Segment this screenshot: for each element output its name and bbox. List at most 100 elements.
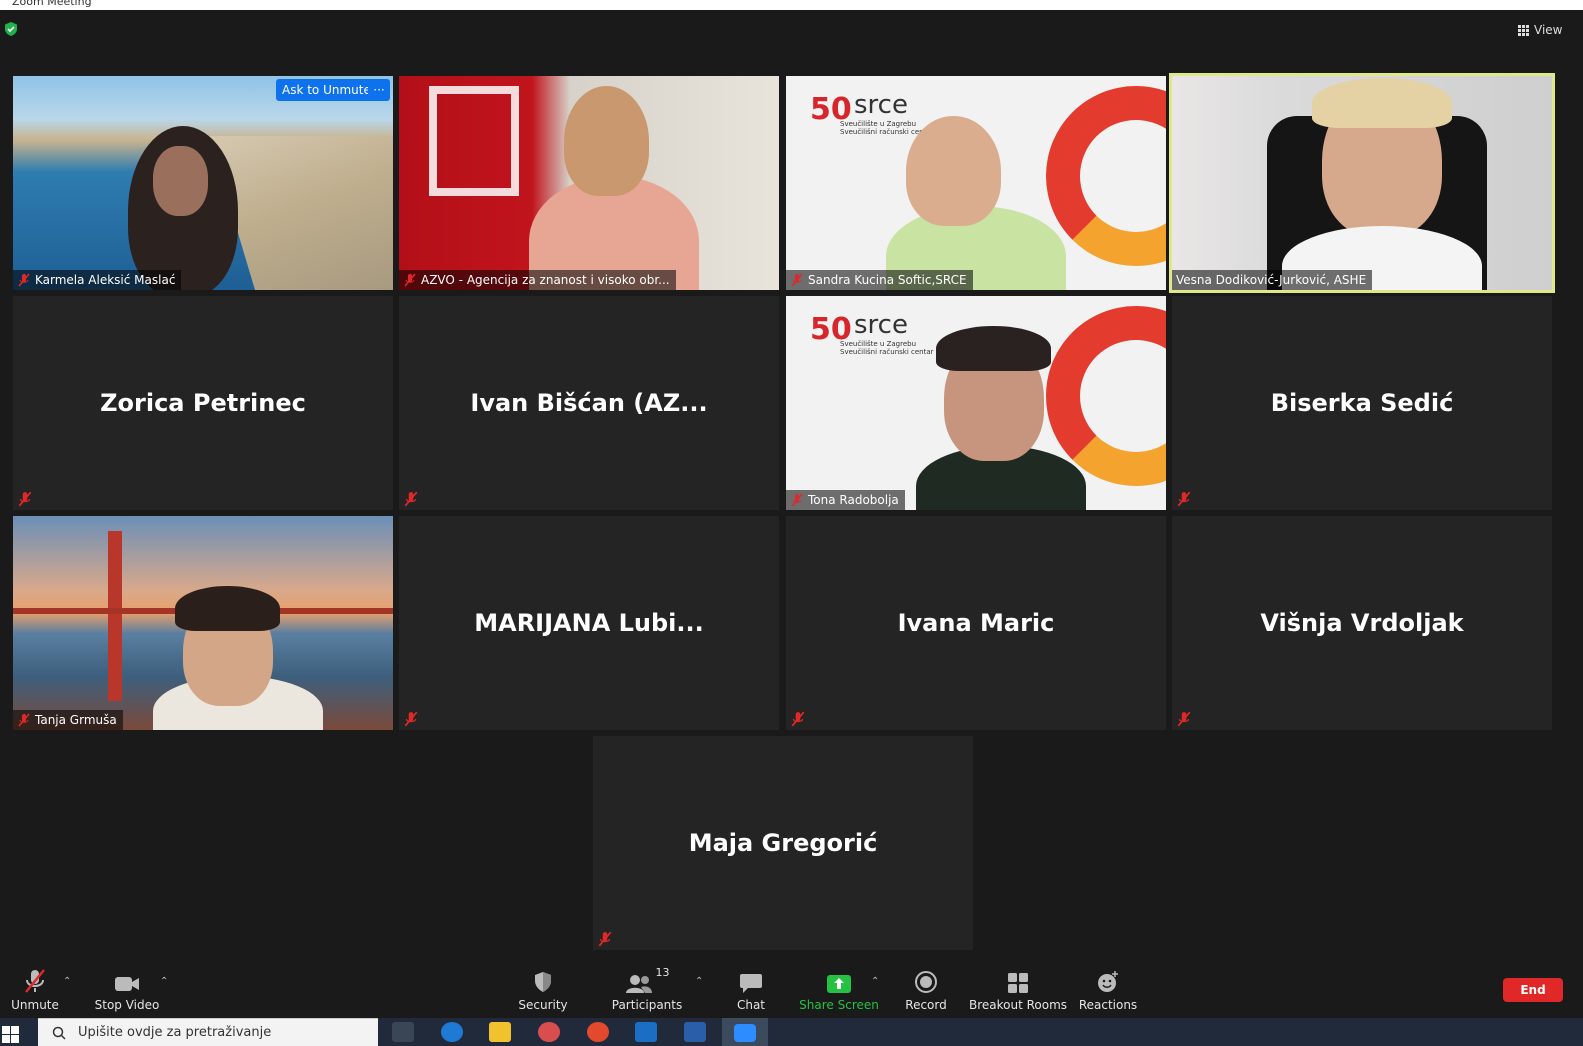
tile-nameplate: AZVO - Agencija za znanost i visoko obr.…: [399, 270, 676, 290]
search-icon: [52, 1026, 66, 1040]
background-ring: [1046, 86, 1166, 266]
reactions-smiley-icon: [1098, 971, 1118, 992]
mic-muted-icon: [404, 711, 418, 727]
app-icon[interactable]: [538, 1022, 560, 1042]
breakout-rooms-button[interactable]: Breakout Rooms: [969, 966, 1067, 1012]
participants-button[interactable]: 13 Participants: [611, 966, 683, 1012]
edge-browser-icon[interactable]: [441, 1022, 463, 1042]
video-tile-karmela[interactable]: Ask to Unmute ··· Karmela Aleksić Maslać: [13, 76, 393, 290]
participant-name: Tona Radobolja: [808, 493, 899, 507]
taskbar-search-box[interactable]: Upišite ovdje za pretraživanje: [38, 1018, 378, 1046]
participant-name-large: Višnja Vrdoljak: [1260, 609, 1464, 637]
chat-bubble-icon: [740, 974, 762, 993]
stop-video-label: Stop Video: [94, 998, 160, 1012]
participant-hair: [175, 586, 280, 631]
video-tile-marijana[interactable]: MARIJANA Lubi...: [399, 516, 779, 730]
chrome-browser-icon[interactable]: [587, 1022, 609, 1042]
ask-to-unmute-button[interactable]: Ask to Unmute: [276, 79, 377, 101]
audio-options-chevron-up-icon[interactable]: ⌃: [63, 976, 71, 987]
file-explorer-icon[interactable]: [489, 1022, 511, 1042]
video-tile-sandra[interactable]: 50 srce Sveučilište u Zagrebu Sveučilišni…: [786, 76, 1166, 290]
video-tile-ivana[interactable]: Ivana Maric: [786, 516, 1166, 730]
participant-name-large: MARIJANA Lubi...: [474, 609, 704, 637]
end-meeting-button[interactable]: End: [1503, 978, 1563, 1002]
chat-button[interactable]: Chat: [735, 966, 767, 1012]
video-tile-tanja[interactable]: Tanja Grmuša: [13, 516, 393, 730]
tile-nameplate: Tona Radobolja: [786, 490, 905, 510]
mic-muted-icon: [404, 491, 418, 507]
participant-hair: [936, 326, 1051, 371]
video-tile-azvo[interactable]: AZVO - Agencija za znanost i visoko obr.…: [399, 76, 779, 290]
encryption-shield-icon[interactable]: [3, 21, 19, 37]
breakout-rooms-label: Breakout Rooms: [968, 998, 1068, 1012]
tile-more-button[interactable]: ···: [368, 79, 390, 101]
window-title: Zoom Meeting: [12, 0, 92, 8]
video-tile-biserka[interactable]: Biserka Sedić: [1172, 296, 1552, 510]
mic-muted-icon: [18, 713, 30, 727]
zoom-taskbar-icon[interactable]: [722, 1018, 768, 1046]
participant-name: Vesna Dodiković-Jurković, ASHE: [1176, 273, 1367, 287]
stop-video-button[interactable]: Stop Video: [94, 966, 160, 1012]
record-button[interactable]: Record: [905, 966, 947, 1012]
video-tile-tona[interactable]: 50 srce Sveučilište u Zagrebu Sveučilišni…: [786, 296, 1166, 510]
participant-name-large: Ivana Maric: [897, 609, 1055, 637]
participant-name-large: Zorica Petrinec: [100, 389, 306, 417]
participant-name-large: Biserka Sedić: [1270, 389, 1454, 417]
tile-nameplate: Vesna Dodiković-Jurković, ASHE: [1172, 270, 1373, 290]
mic-muted-icon: [1177, 711, 1191, 727]
participant-face: [906, 116, 1001, 226]
window-titlebar: Zoom Meeting: [0, 0, 1583, 10]
record-icon: [915, 971, 937, 993]
mic-muted-icon: [18, 273, 30, 287]
view-button[interactable]: View: [1513, 20, 1567, 40]
windows-start-icon[interactable]: [2, 1026, 20, 1044]
participant-hair: [1312, 78, 1452, 128]
meeting-controls-toolbar: Unmute ⌃ Stop Video ⌃ Security 13 Partic…: [0, 960, 1583, 1018]
word-icon[interactable]: [684, 1022, 706, 1042]
participant-name-large: Maja Gregorić: [688, 829, 878, 857]
srce-logo-word: srce: [854, 310, 908, 340]
security-button[interactable]: Security: [518, 966, 568, 1012]
mic-muted-icon: [18, 491, 32, 507]
unmute-label: Unmute: [11, 998, 59, 1012]
task-view-icon[interactable]: [392, 1022, 414, 1042]
mic-muted-icon: [791, 273, 803, 287]
video-tile-zorica[interactable]: Zorica Petrinec: [13, 296, 393, 510]
video-tile-visnja[interactable]: Višnja Vrdoljak: [1172, 516, 1552, 730]
view-label: View: [1534, 23, 1563, 37]
participants-icon: [625, 975, 652, 993]
mic-muted-icon: [404, 273, 416, 287]
breakout-rooms-grid-icon: [1008, 973, 1028, 993]
background-logo-shape: [429, 86, 519, 196]
unmute-button[interactable]: Unmute: [11, 966, 59, 1012]
srce-logo-word: srce: [854, 90, 908, 120]
record-label: Record: [905, 998, 947, 1012]
participant-name: Karmela Aleksić Maslać: [35, 273, 176, 287]
participants-count: 13: [655, 966, 670, 979]
video-tile-vesna-active-speaker[interactable]: Vesna Dodiković-Jurković, ASHE: [1169, 73, 1555, 293]
share-options-chevron-up-icon[interactable]: ⌃: [871, 976, 879, 987]
tile-nameplate: Karmela Aleksić Maslać: [13, 270, 182, 290]
chat-label: Chat: [736, 998, 766, 1012]
security-shield-icon: [535, 972, 551, 992]
reactions-button[interactable]: Reactions: [1078, 966, 1138, 1012]
mic-muted-icon: [598, 931, 612, 947]
video-tile-maja[interactable]: Maja Gregorić: [593, 736, 973, 950]
share-screen-button[interactable]: Share Screen: [799, 966, 879, 1012]
video-options-chevron-up-icon[interactable]: ⌃: [160, 976, 168, 987]
security-label: Security: [518, 998, 568, 1012]
mic-muted-icon: [1177, 491, 1191, 507]
participants-label: Participants: [611, 998, 683, 1012]
grid-icon: [1518, 24, 1529, 36]
mic-muted-icon: [791, 493, 803, 507]
participant-name-large: Ivan Bišćan (AZ...: [470, 389, 708, 417]
background-bridge-tower: [108, 531, 122, 701]
video-tile-ivan[interactable]: Ivan Bišćan (AZ...: [399, 296, 779, 510]
participants-options-chevron-up-icon[interactable]: ⌃: [695, 976, 703, 987]
reactions-label: Reactions: [1078, 998, 1138, 1012]
outlook-icon[interactable]: [635, 1022, 657, 1042]
srce-logo-subtitle: Sveučilište u Zagrebu Sveučilišni računsk…: [840, 340, 934, 356]
tile-nameplate: Sandra Kucina Softic,SRCE: [786, 270, 973, 290]
video-camera-icon: [115, 977, 139, 991]
participant-name: AZVO - Agencija za znanost i visoko obr.…: [421, 273, 670, 287]
